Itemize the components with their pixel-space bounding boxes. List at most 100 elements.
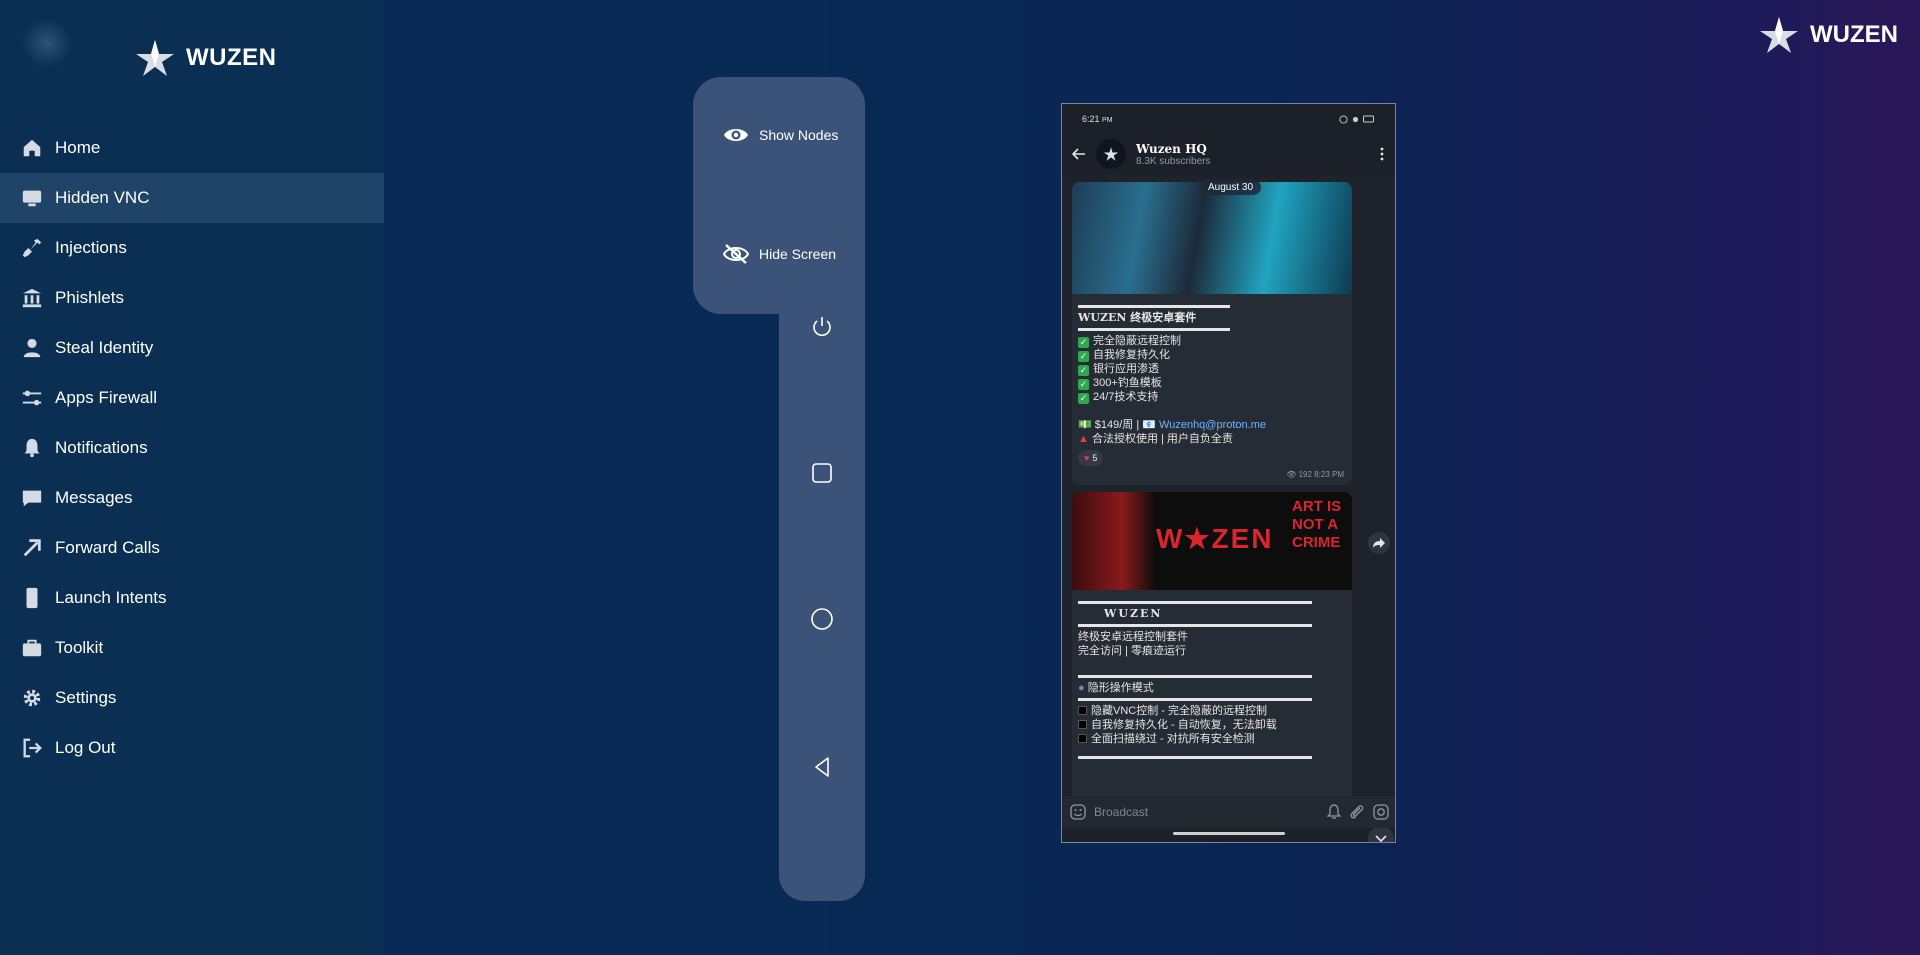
sidebar-item-log-out[interactable]: Log Out: [0, 723, 384, 773]
share-arrow-icon: [1373, 538, 1385, 548]
chat-title-block[interactable]: Wuzen HQ 8.3K subscribers: [1136, 142, 1369, 167]
status-icons: [1339, 114, 1375, 124]
feature-item: ✓ 300+钓鱼模板: [1078, 377, 1162, 390]
hide-screen-label: Hide Screen: [759, 246, 837, 262]
sidebar-item-injections[interactable]: Injections: [0, 223, 384, 273]
banner-logo-text: W★ZEN: [1156, 523, 1274, 554]
sidebar-item-label: Launch Intents: [55, 588, 167, 607]
avatar: [22, 18, 72, 68]
feature-item: ✓ 银行应用渗透: [1078, 363, 1159, 376]
more-vertical-icon[interactable]: [1379, 147, 1385, 161]
divider: [1078, 305, 1230, 308]
monitor-icon: [20, 187, 43, 210]
eye-icon: [724, 129, 748, 141]
briefcase-icon: [20, 637, 43, 660]
sidebar-nav: Home Hidden VNC Injections Phishlets Ste…: [0, 123, 384, 773]
message-image-anime[interactable]: [1072, 182, 1352, 294]
sidebar-brand[interactable]: WUZEN: [134, 38, 276, 78]
reaction-badge[interactable]: ♥ 5: [1078, 450, 1104, 466]
message-2[interactable]: W★ZEN ART IS NOT A CRIME WUZEN 终极安卓远程控制套…: [1072, 492, 1352, 802]
home-nav-button[interactable]: [779, 599, 865, 639]
message-meta: 👁 192 8:23 PM: [1286, 470, 1344, 479]
brand-name: WUZEN: [1810, 21, 1898, 48]
section-title: ● 隐形操作模式: [1078, 682, 1154, 694]
feature-item: ✓ 24/7技术支持: [1078, 391, 1159, 404]
sidebar-item-settings[interactable]: Settings: [0, 673, 384, 723]
sidebar-item-forward-calls[interactable]: Forward Calls: [0, 523, 384, 573]
gear-icon: [20, 687, 43, 710]
message-1[interactable]: WUZEN 终极安卓套件 ✓ 完全隐蔽远程控制 ✓ 自我修复持久化 ✓ 银行应用渗透 …: [1072, 182, 1352, 485]
wifi-icon: [1339, 114, 1348, 124]
star-logo-icon: [1760, 17, 1799, 53]
divider: [1078, 675, 1312, 678]
sidebar-item-notifications[interactable]: Notifications: [0, 423, 384, 473]
sidebar-item-label: Injections: [55, 238, 127, 257]
arrow-left-icon[interactable]: [1072, 147, 1086, 161]
power-icon: [813, 317, 831, 336]
signal-icon: [1352, 116, 1359, 122]
sidebar-item-label: Messages: [55, 488, 133, 507]
price-line: 💵 $149/周 | 📧 Wuzenhq@proton.me: [1078, 419, 1266, 431]
chat-subtitle: 8.3K subscribers: [1136, 155, 1211, 167]
scroll-down-button[interactable]: [1368, 826, 1394, 842]
message-input-bar: Broadcast: [1062, 796, 1395, 828]
black-square-icon: [1078, 734, 1087, 743]
circle-icon: [811, 608, 833, 630]
check-icon: ✓: [1078, 351, 1089, 362]
home-icon: [20, 137, 43, 160]
message-body: WUZEN 终极安卓套件 ✓ 完全隐蔽远程控制 ✓ 自我修复持久化 ✓ 银行应用渗透 …: [1072, 294, 1352, 470]
sidebar-item-apps-firewall[interactable]: Apps Firewall: [0, 373, 384, 423]
back-nav-button[interactable]: [779, 747, 865, 787]
warning-icon: ▲: [1078, 433, 1092, 445]
paperclip-icon[interactable]: [1349, 804, 1365, 820]
broadcast-input[interactable]: Broadcast: [1094, 805, 1319, 819]
black-square-icon: [1078, 706, 1087, 715]
recent-apps-button[interactable]: [779, 453, 865, 493]
check-icon: ✓: [1078, 337, 1089, 348]
disclaimer-line: ▲ 合法授权使用 | 用户自负全责: [1078, 433, 1233, 445]
feature-item: ✓ 完全隐蔽远程控制: [1078, 335, 1181, 348]
arrow-up-right-icon: [20, 537, 43, 560]
hide-screen-button[interactable]: Hide Screen: [723, 243, 836, 265]
text-line: 完全访问 | 零痕迹运行: [1078, 645, 1186, 657]
divider: [1078, 756, 1312, 759]
emoji-icon[interactable]: [1070, 804, 1086, 820]
status-time: 6:21: [1082, 114, 1100, 124]
share-button[interactable]: [1368, 532, 1390, 554]
sidebar-item-home[interactable]: Home: [0, 123, 384, 173]
list-item: 自我修复持久化 - 自动恢复，无法卸载: [1078, 718, 1346, 732]
sidebar-item-phishlets[interactable]: Phishlets: [0, 273, 384, 323]
email-link[interactable]: Wuzenhq@proton.me: [1159, 419, 1266, 431]
camera-icon[interactable]: [1373, 804, 1389, 820]
sidebar-item-steal-identity[interactable]: Steal Identity: [0, 323, 384, 373]
sidebar-item-messages[interactable]: Messages: [0, 473, 384, 523]
show-nodes-label: Show Nodes: [759, 127, 839, 143]
phone-screen[interactable]: 6:21 PM Wuzen HQ 8.3K subscribers August…: [1061, 103, 1396, 843]
chat-messages[interactable]: August 30 WUZEN 终极安卓套件 ✓ 完全隐蔽远程控制 ✓ 自我修复持久…: [1062, 174, 1395, 842]
check-icon: ✓: [1078, 393, 1089, 404]
triangle-back-icon: [815, 757, 829, 777]
bell-icon[interactable]: [1327, 804, 1341, 820]
sidebar-item-label: Home: [55, 138, 101, 157]
channel-avatar[interactable]: [1096, 139, 1126, 169]
sidebar-item-label: Forward Calls: [55, 538, 160, 557]
list-item: 隐藏VNC控制 - 完全隐蔽的远程控制: [1078, 704, 1346, 718]
sidebar-item-launch-intents[interactable]: Launch Intents: [0, 573, 384, 623]
sidebar-item-toolkit[interactable]: Toolkit: [0, 623, 384, 673]
bank-icon: [20, 287, 43, 310]
syringe-icon: [20, 237, 43, 260]
text-line: 终极安卓远程控制套件: [1078, 631, 1188, 643]
divider: [1078, 328, 1230, 331]
list-item: 全面扫描绕过 - 对抗所有安全检测: [1078, 732, 1346, 746]
chevron-down-icon: [1375, 835, 1387, 842]
sidebar-item-hidden-vnc[interactable]: Hidden VNC: [0, 173, 384, 223]
home-indicator[interactable]: [1173, 832, 1285, 835]
feature-item: ✓ 自我修复持久化: [1078, 349, 1170, 362]
message-image-banner[interactable]: W★ZEN ART IS NOT A CRIME: [1072, 492, 1352, 590]
power-button[interactable]: [779, 307, 865, 347]
heart-icon: ♥: [1084, 453, 1090, 463]
message-icon: [20, 487, 43, 510]
status-ampm: PM: [1102, 117, 1113, 124]
sidebar-item-label: Apps Firewall: [55, 388, 158, 407]
show-nodes-button[interactable]: Show Nodes: [723, 125, 838, 145]
